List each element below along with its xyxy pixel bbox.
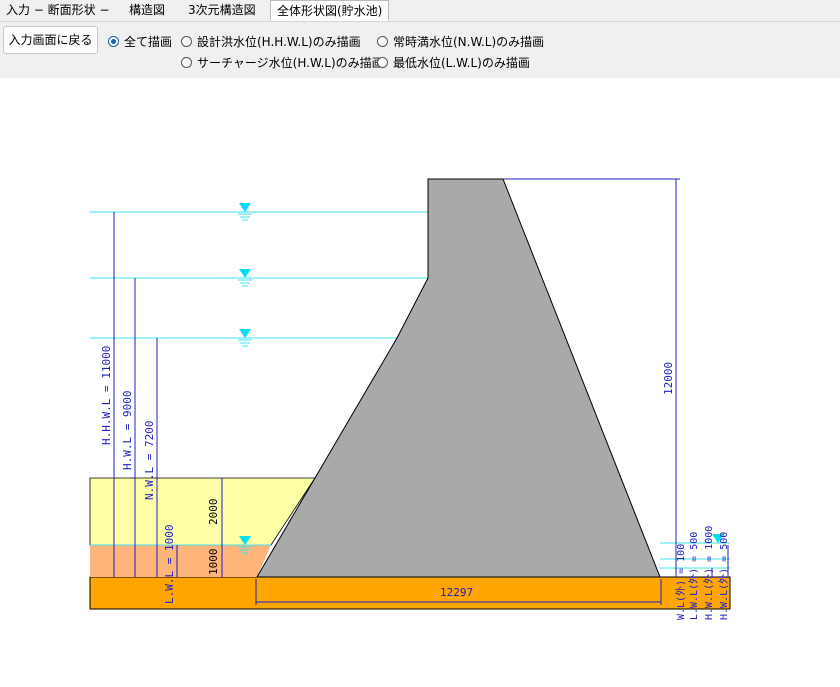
- radio-indicator: [377, 56, 388, 68]
- radio-hhwl-only[interactable]: 設計洪水位(H.H.W.L)のみ描画: [181, 33, 361, 49]
- hhwl-label: H.H.W.L = 11000: [100, 346, 113, 445]
- tab-bar: 入力 − 断面形状 − 構造図 3次元構造図 全体形状図(貯水池): [0, 0, 840, 22]
- radio-draw-all[interactable]: 全て描画: [108, 33, 172, 49]
- radio-label: 全て描画: [124, 34, 173, 49]
- sediment-lower-dimension: 1000: [207, 549, 220, 576]
- dam-height-dimension: 12000: [662, 362, 675, 395]
- tab-overall-shape-reservoir[interactable]: 全体形状図(貯水池): [270, 0, 390, 21]
- outer-wl-label-4: H.W.L(外) = 500: [718, 532, 730, 620]
- radio-indicator: [377, 35, 388, 47]
- radio-indicator: [181, 56, 192, 68]
- radio-label: 最低水位(L.W.L)のみ描画: [393, 55, 530, 70]
- drawing-canvas: H.H.W.L = 11000 H.W.L = 9000 N.W.L = 720…: [0, 78, 840, 683]
- sediment-upper-dimension: 2000: [207, 499, 220, 526]
- back-to-input-button[interactable]: 入力画面に戻る: [3, 26, 98, 54]
- radio-lwl-only[interactable]: 最低水位(L.W.L)のみ描画: [377, 54, 530, 70]
- base-width-dimension: 12297: [440, 586, 473, 599]
- radio-indicator: [108, 35, 119, 47]
- nwl-label: N.W.L = 7200: [143, 421, 156, 500]
- dam-section-drawing: H.H.W.L = 11000 H.W.L = 9000 N.W.L = 720…: [89, 178, 731, 620]
- tab-structure-drawing[interactable]: 構造図: [129, 0, 165, 20]
- radio-label: 常時満水位(N.W.L)のみ描画: [393, 34, 545, 49]
- radio-indicator: [181, 35, 192, 47]
- hwl-label: H.W.L = 9000: [121, 391, 134, 470]
- radio-hwl-only[interactable]: サーチャージ水位(H.W.L)のみ描画: [181, 54, 384, 70]
- dam-body: [256, 178, 661, 578]
- radio-label: サーチャージ水位(H.W.L)のみ描画: [197, 55, 384, 70]
- outer-wl-label-3: H.W.L(外) = 1000: [703, 526, 715, 620]
- foundation-block: [89, 576, 731, 610]
- outer-wl-label-2: L.W.L(外) = 500: [688, 532, 700, 620]
- radio-label: 設計洪水位(H.H.W.L)のみ描画: [197, 34, 361, 49]
- tab-input-section[interactable]: 入力 − 断面形状 −: [6, 0, 110, 20]
- lwl-label: L.W.L = 1000: [163, 525, 176, 604]
- tab-3d-structure-drawing[interactable]: 3次元構造図: [188, 0, 256, 20]
- outer-wl-label-1: W.L(外) = 100: [675, 544, 687, 620]
- toolbar: 入力画面に戻る 全て描画 設計洪水位(H.H.W.L)のみ描画 常時満水位(N.…: [0, 22, 840, 78]
- radio-nwl-only[interactable]: 常時満水位(N.W.L)のみ描画: [377, 33, 544, 49]
